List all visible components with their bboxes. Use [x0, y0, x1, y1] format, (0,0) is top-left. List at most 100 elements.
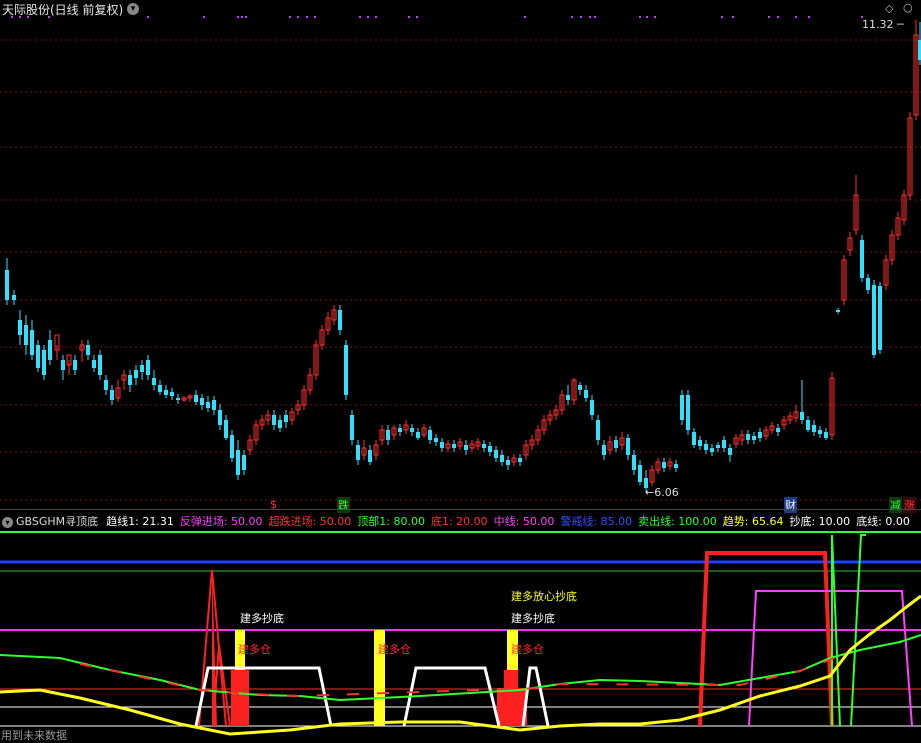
candle-body-132 — [800, 412, 804, 420]
candle-body-14 — [92, 360, 96, 368]
candle-body-27 — [170, 392, 174, 396]
candle-body-45 — [278, 420, 282, 428]
panel-divider — [0, 509, 921, 510]
top-dot-20 — [580, 16, 582, 18]
candle-body-109 — [662, 462, 666, 468]
annotation-build-position-3: 建多仓 — [511, 643, 544, 656]
top-dot-11 — [306, 16, 308, 18]
candle-body-143 — [866, 278, 870, 290]
candle-body-26 — [164, 390, 168, 395]
candle-body-11 — [73, 360, 77, 370]
candle-body-124 — [752, 436, 756, 440]
top-dot-17 — [416, 16, 418, 18]
candle-body-68 — [416, 432, 420, 438]
top-dot-4 — [147, 16, 149, 18]
candle-body-134 — [812, 425, 816, 432]
candle-body-105 — [638, 465, 642, 482]
price-grid — [0, 16, 921, 501]
candle-body-2 — [18, 320, 22, 335]
candle-body-135 — [818, 430, 822, 434]
top-dot-31 — [808, 16, 810, 18]
candle-body-115 — [698, 440, 702, 446]
candle-body-93 — [566, 395, 570, 400]
candle-body-142 — [860, 240, 864, 278]
candle-body-85 — [518, 458, 522, 462]
candle-body-96 — [584, 390, 588, 398]
candle-body-112 — [680, 395, 684, 420]
candle-body-128 — [776, 428, 780, 432]
price-high-label: 11.32 ─ — [862, 18, 904, 31]
top-dot-22 — [594, 16, 596, 18]
candle-body-136 — [824, 432, 828, 438]
top-dot-9 — [289, 16, 291, 18]
top-dot-28 — [768, 16, 770, 18]
top-dot-5 — [203, 16, 205, 18]
candles — [5, 20, 921, 492]
candle-body-83 — [506, 460, 510, 465]
candle-body-114 — [692, 432, 696, 445]
candle-body-58 — [356, 445, 360, 460]
chevron-down-icon[interactable]: ▾ — [127, 3, 139, 15]
top-dot-30 — [795, 16, 797, 18]
top-dot-13 — [359, 16, 361, 18]
candle-body-119 — [722, 440, 726, 448]
candle-body-72 — [440, 442, 444, 448]
candle-body-39 — [242, 455, 246, 470]
top-dot-7 — [241, 16, 243, 18]
top-dot-15 — [375, 16, 377, 18]
candle-body-111 — [674, 464, 678, 468]
candlestick-chart[interactable] — [0, 0, 921, 510]
annotation-build-position-2: 建多仓 — [378, 643, 411, 656]
candle-body-37 — [230, 435, 234, 458]
top-dot-23 — [639, 16, 641, 18]
candle-body-23 — [146, 360, 150, 375]
top-dot-26 — [721, 16, 723, 18]
candle-body-123 — [746, 434, 750, 440]
candle-body-71 — [434, 438, 438, 442]
top-dot-16 — [408, 16, 410, 18]
candle-body-63 — [386, 430, 390, 440]
annotation-build-position-1: 建多仓 — [238, 643, 271, 656]
chart-title: 天际股份(日线 前复权) — [2, 1, 123, 18]
candle-body-17 — [110, 390, 114, 400]
top-dot-18 — [524, 16, 526, 18]
diamond-icon[interactable]: ◇ — [885, 2, 893, 15]
candle-body-22 — [140, 365, 144, 372]
candle-body-125 — [758, 432, 762, 438]
top-dot-27 — [732, 16, 734, 18]
top-dot-6 — [237, 16, 239, 18]
candle-body-120 — [728, 448, 732, 455]
candle-body-57 — [350, 415, 354, 440]
candle-body-70 — [428, 430, 432, 440]
indicator-chart[interactable] — [0, 510, 921, 742]
candle-body-13 — [86, 345, 90, 355]
candle-body-35 — [218, 410, 222, 425]
candle-body-67 — [410, 428, 414, 432]
top-dot-29 — [777, 16, 779, 18]
top-dot-24 — [646, 16, 648, 18]
top-dot-25 — [654, 16, 656, 18]
o-icon[interactable]: ○ — [903, 1, 913, 14]
candle-body-138 — [836, 310, 840, 312]
candle-body-118 — [716, 445, 720, 448]
top-dot-21 — [589, 16, 591, 18]
top-dot-14 — [367, 16, 369, 18]
candle-body-44 — [272, 415, 276, 425]
candle-body-28 — [176, 398, 180, 400]
candle-body-101 — [614, 440, 618, 448]
candle-body-60 — [368, 450, 372, 462]
candle-body-55 — [338, 310, 342, 330]
candle-body-133 — [806, 420, 810, 430]
candle-body-7 — [48, 340, 52, 360]
candle-body-99 — [602, 445, 606, 455]
candle-body-80 — [488, 446, 492, 452]
footer-future-data: 用到未来数据 — [1, 729, 67, 742]
candle-body-38 — [236, 450, 240, 475]
candle-body-4 — [30, 330, 34, 355]
candle-body-76 — [464, 445, 468, 450]
top-dot-19 — [571, 16, 573, 18]
candle-body-15 — [98, 355, 102, 375]
annotation-build-bottom-1: 建多抄底 — [240, 612, 284, 625]
candle-body-31 — [194, 395, 198, 402]
candle-body-1 — [12, 295, 16, 300]
